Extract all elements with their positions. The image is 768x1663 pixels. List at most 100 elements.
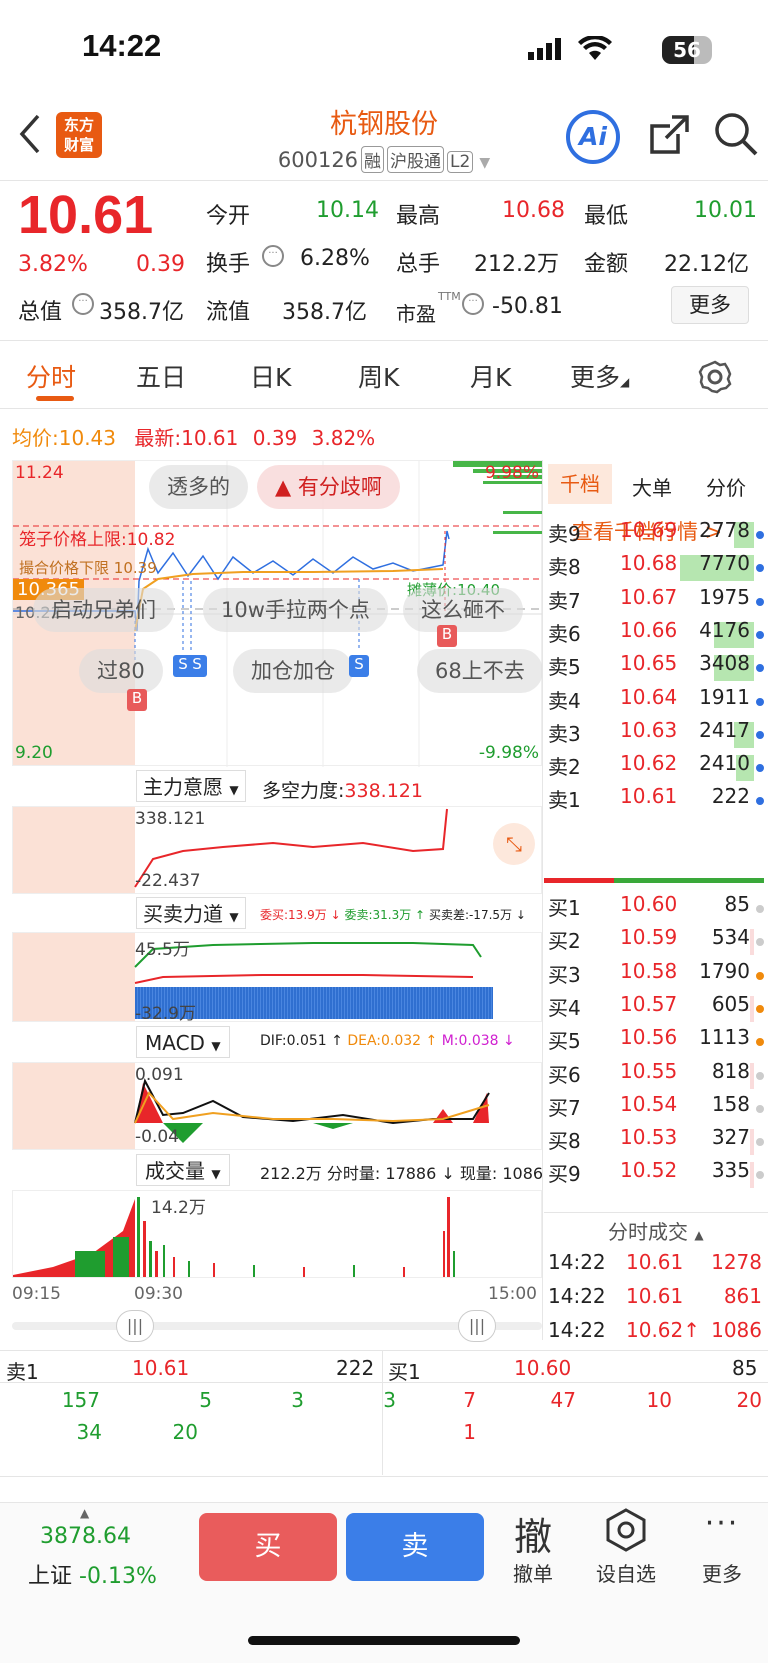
- bid-price: 10.59: [620, 925, 678, 950]
- expand-icon[interactable]: ⤡: [493, 823, 535, 865]
- more-label[interactable]: 更多: [698, 1558, 746, 1587]
- index-name: 上证: [28, 1564, 73, 1589]
- sell-marker[interactable]: S: [187, 655, 207, 677]
- sell-marker[interactable]: S: [349, 655, 369, 677]
- more-dots-icon[interactable]: ···: [700, 1506, 744, 1541]
- bid-ask-ratio-red: [544, 878, 614, 883]
- bid-row[interactable]: 买1 10.60 85: [548, 892, 764, 927]
- search-icon[interactable]: [714, 112, 758, 156]
- bid-row[interactable]: 买5 10.56 1113: [548, 1025, 764, 1060]
- index-row[interactable]: 上证 -0.13%: [28, 1558, 157, 1590]
- ask-volume: 1975: [699, 584, 750, 609]
- indicator1-select[interactable]: 主力意愿 ▼: [136, 770, 246, 802]
- low-value: 10.01: [694, 198, 757, 223]
- bid-row[interactable]: 买9 10.52 335: [548, 1158, 764, 1193]
- volume-select[interactable]: 成交量 ▼: [136, 1154, 230, 1186]
- tab-weekly-k[interactable]: 周K: [358, 358, 399, 394]
- ai-button[interactable]: Ai: [566, 110, 620, 164]
- settings-icon[interactable]: [698, 360, 732, 394]
- sell-button[interactable]: 卖: [346, 1513, 484, 1581]
- bid-level: 买8: [548, 1129, 581, 1154]
- ask-row[interactable]: 卖8 10.68 7770: [548, 551, 764, 586]
- tab-daily-k[interactable]: 日K: [250, 358, 291, 394]
- info-icon[interactable]: ···: [462, 293, 484, 315]
- y-axis-bottom: 9.20: [15, 743, 53, 763]
- indicator2-name: 买卖力道: [143, 902, 223, 926]
- ask-row[interactable]: 卖2 10.62 2410: [548, 751, 764, 786]
- stop-label: 撮合价格下限: [19, 559, 110, 577]
- comment-bubble[interactable]: 这么砸不: [403, 588, 523, 632]
- ask-row[interactable]: 卖7 10.67 1975: [548, 585, 764, 620]
- cancel-order-label[interactable]: 撤单: [508, 1558, 558, 1587]
- slider-handle-left[interactable]: |||: [116, 1310, 154, 1342]
- comment-bubble[interactable]: 启动兄弟们: [33, 588, 174, 632]
- bid-price: 10.60: [620, 892, 678, 916]
- buy-marker[interactable]: B: [127, 689, 147, 711]
- tab-price-dist[interactable]: 分价: [706, 472, 746, 501]
- tab-big-order[interactable]: 大单: [632, 472, 672, 501]
- tab-intraday[interactable]: 分时: [26, 358, 76, 394]
- indicator1-readout: 多空力度:338.121: [262, 776, 423, 803]
- ask-volume: 2417: [699, 717, 750, 742]
- open-label: 今开: [206, 204, 251, 229]
- indicator2-select[interactable]: 买卖力道 ▼: [136, 897, 246, 929]
- volume-chart[interactable]: 14.2万: [12, 1190, 542, 1278]
- add-watchlist-icon[interactable]: [604, 1508, 648, 1552]
- bid-row[interactable]: 买7 10.54 158: [548, 1092, 764, 1127]
- bid-price: 10.56: [620, 1025, 678, 1050]
- tab-depth[interactable]: 千档: [548, 464, 612, 504]
- index-value[interactable]: 3878.64: [40, 1524, 131, 1549]
- ask-row[interactable]: 卖4 10.64 1911: [548, 685, 764, 720]
- queue-sell-price: 10.61: [132, 1356, 190, 1380]
- bid-row[interactable]: 买3 10.58 1790: [548, 959, 764, 994]
- macd-select[interactable]: MACD ▼: [136, 1026, 230, 1058]
- ask-row[interactable]: 卖3 10.63 2417: [548, 718, 764, 753]
- tab-more-label: 更多: [570, 363, 621, 392]
- comment-bubble[interactable]: 过80: [79, 649, 163, 693]
- info-icon[interactable]: ···: [72, 293, 94, 315]
- ask-row[interactable]: 卖5 10.65 3408: [548, 651, 764, 686]
- bid-row[interactable]: 买4 10.57 605: [548, 992, 764, 1027]
- comment-bubble[interactable]: 加仓加仓: [233, 649, 353, 693]
- bid-row[interactable]: 买2 10.59 534: [548, 925, 764, 960]
- trade-price: 10.61: [626, 1250, 684, 1274]
- info-icon[interactable]: ···: [262, 245, 284, 267]
- bid-row[interactable]: 买6 10.55 818: [548, 1059, 764, 1094]
- stop-line: 撮合价格下限 10.39: [19, 557, 157, 578]
- comment-bubble[interactable]: 10w手拉两个点: [203, 588, 388, 632]
- slider-handle-right[interactable]: |||: [458, 1310, 496, 1342]
- indicator1-chart[interactable]: 338.121 -22.437 ⤡: [12, 806, 542, 894]
- macd-chart[interactable]: 0.091 -0.04: [12, 1062, 542, 1150]
- status-dot-icon: [756, 938, 764, 947]
- queue-buy-price: 10.60: [514, 1356, 572, 1380]
- price-chart[interactable]: 11.24 9.20 9.98% -9.98% 10.365 10.22 笼子价…: [12, 460, 543, 767]
- status-dot-icon: [756, 797, 764, 806]
- amount-label: 金额: [584, 252, 629, 277]
- bid-ask-ratio-green: [614, 878, 764, 883]
- status-dot-icon: [756, 564, 764, 573]
- tab-monthly-k[interactable]: 月K: [470, 358, 511, 394]
- comment-bubble[interactable]: 68上不去: [417, 649, 543, 693]
- ask-volume: 222: [711, 784, 750, 809]
- buy-marker[interactable]: B: [437, 625, 457, 647]
- tab-more[interactable]: 更多◢: [570, 358, 629, 394]
- cancel-order-icon[interactable]: 撤: [508, 1506, 558, 1561]
- more-quote-button[interactable]: 更多: [671, 286, 749, 324]
- bid-row[interactable]: 买8 10.53 327: [548, 1125, 764, 1160]
- tab-5day[interactable]: 五日: [136, 358, 186, 394]
- bid-level: 买2: [548, 929, 581, 954]
- share-icon[interactable]: [648, 114, 690, 156]
- trades-title[interactable]: 分时成交 ▲: [608, 1216, 704, 1245]
- ask-row[interactable]: 卖6 10.66 4176: [548, 618, 764, 653]
- comment-bubble[interactable]: 透多的: [149, 465, 248, 509]
- avg-label: 均价:: [12, 426, 59, 450]
- ask-row[interactable]: 卖9 10.69 2778: [548, 518, 764, 553]
- buy-button[interactable]: 买: [199, 1513, 337, 1581]
- ask-row[interactable]: 卖1 10.61 222: [548, 784, 764, 819]
- status-dot-icon: [756, 1171, 764, 1180]
- comment-bubble[interactable]: ▲ 有分歧啊: [257, 465, 400, 509]
- add-watchlist-label[interactable]: 设自选: [590, 1558, 662, 1587]
- cage-value: 10.82: [126, 530, 176, 550]
- indicator2-chart[interactable]: 45.5万 -32.9万: [12, 932, 542, 1024]
- ask-volume: 3408: [699, 651, 750, 676]
